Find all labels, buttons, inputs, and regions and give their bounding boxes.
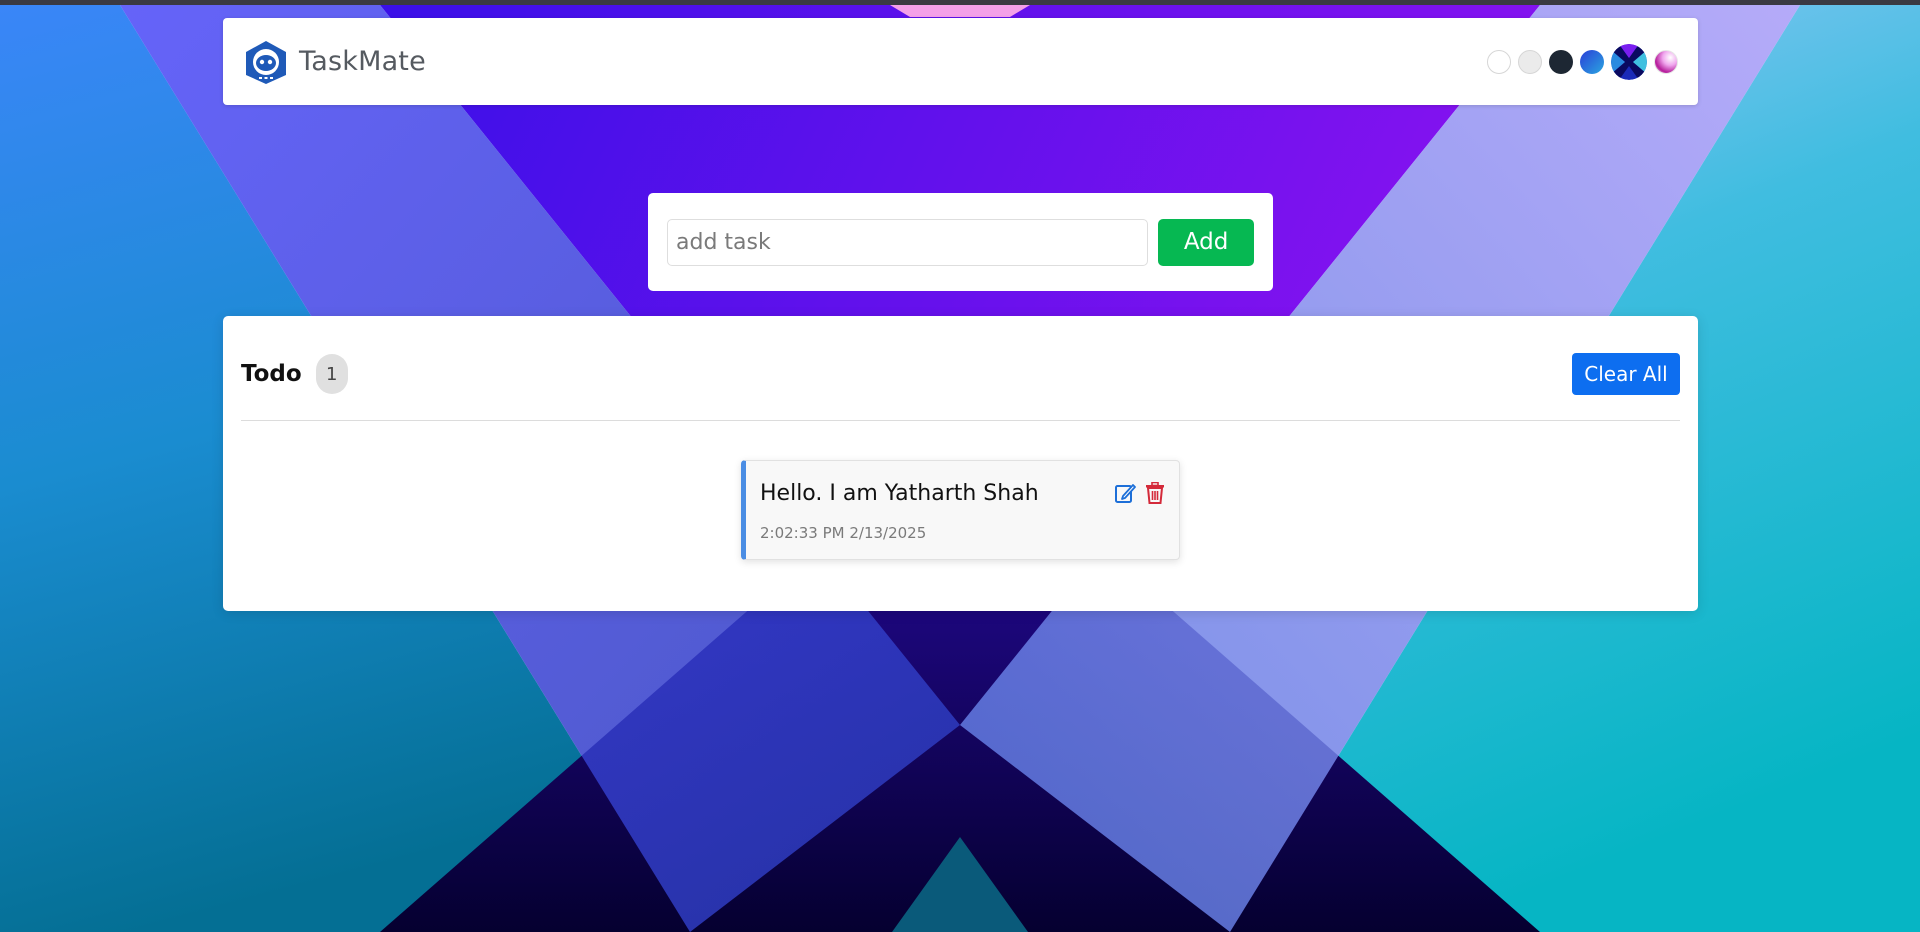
blue-gradient-theme-swatch[interactable] [1580,49,1604,74]
todo-header: Todo 1 Clear All [241,353,1680,395]
robot-icon[interactable] [243,39,289,85]
todo-title: Todo [241,361,302,387]
task-input[interactable] [667,218,1149,266]
pink-theme-swatch[interactable] [1654,49,1678,74]
gray-theme-swatch[interactable] [1518,49,1542,74]
add-task-card: Add [648,193,1273,291]
todo-count-badge: 1 [315,354,348,394]
task-text: Hello. I am Yatharth Shah [760,481,1039,506]
edit-icon[interactable] [1113,481,1137,505]
x-pattern-theme-swatch[interactable] [1611,43,1647,80]
navbar: TaskMate [223,18,1698,105]
divider [241,420,1680,421]
task-actions [1113,481,1167,505]
clear-all-button[interactable]: Clear All [1572,353,1680,395]
task-timestamp: 2:02:33 PM 2/13/2025 [760,524,927,542]
task-item[interactable]: Hello. I am Yatharth Shah 2:02:33 PM 2/1… [741,460,1180,560]
app-brand[interactable]: TaskMate [299,46,426,77]
trash-icon[interactable] [1143,481,1167,505]
theme-switcher [1487,43,1678,80]
light-theme-swatch[interactable] [1487,49,1511,74]
dark-theme-swatch[interactable] [1549,49,1573,74]
add-button[interactable]: Add [1158,218,1254,266]
todo-card: Todo 1 Clear All Hello. I am Yatharth Sh… [223,316,1698,611]
